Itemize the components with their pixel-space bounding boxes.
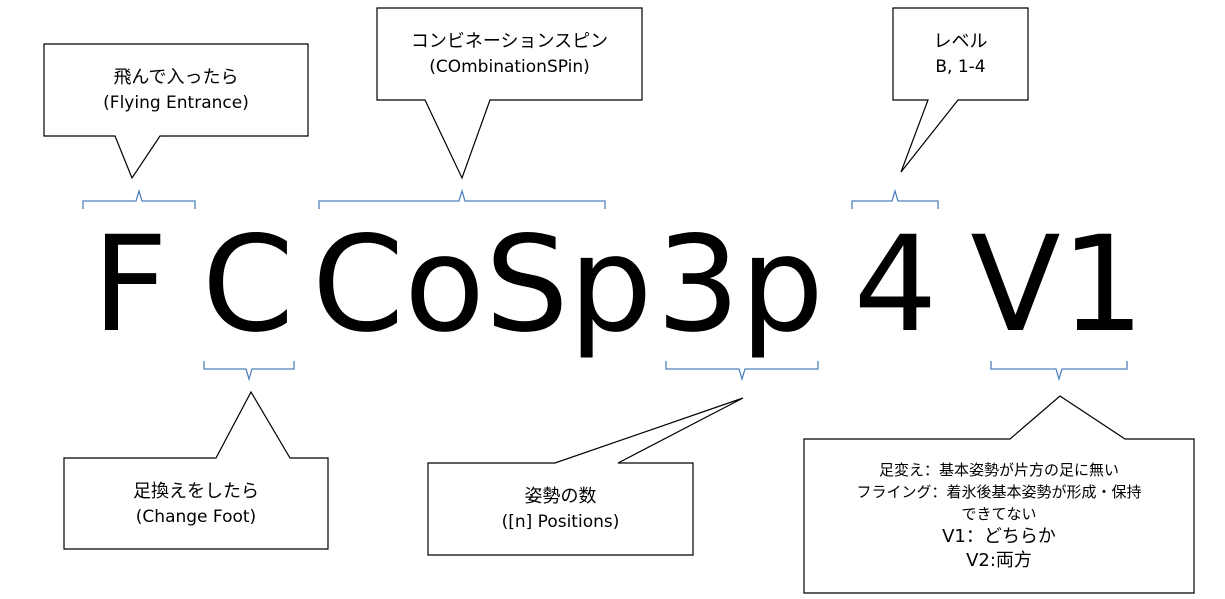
bracket-variation: [990, 361, 1128, 382]
callout-positions-title: 姿勢の数: [524, 486, 597, 507]
callout-flying: 飛んで入ったら (Flying Entrance): [44, 44, 308, 136]
bracket-positions: [665, 361, 819, 382]
callout-positions: 姿勢の数 ([n] Positions): [428, 463, 693, 555]
code-change-foot-letter: C: [201, 208, 295, 362]
callout-flying-subtitle: (Flying Entrance): [103, 93, 249, 113]
callout-change-foot-subtitle: (Change Foot): [135, 506, 257, 527]
code-level: 4: [853, 208, 938, 362]
bracket-change-foot: [203, 361, 295, 382]
code-flying-letter: F: [92, 208, 168, 362]
callout-variation-line-2: フライング：着氷後基本姿勢が形成・保持: [856, 483, 1142, 501]
callout-level-subtitle: B, 1-4: [935, 57, 986, 77]
callout-variation-line-4: V1：どちらか: [942, 526, 1056, 547]
callout-combination-title: コンビネーションスピン: [410, 31, 609, 52]
bracket-level: [851, 188, 939, 209]
code-positions: 3p: [656, 208, 824, 362]
callout-variation-line-3: できてない: [961, 505, 1037, 523]
callout-level-title: レベル: [933, 31, 988, 52]
callout-change-foot: 足換えをしたら (Change Foot): [64, 458, 328, 549]
callout-combination-subtitle: (COmbinationSPin): [429, 57, 590, 77]
callout-variation-line-5: V2:両方: [966, 550, 1032, 571]
callout-variation-line-1: 足変え：基本姿勢が片方の足に無い: [878, 461, 1119, 479]
code-variation: V1: [970, 208, 1145, 362]
callout-positions-subtitle: ([n] Positions): [501, 512, 620, 532]
callout-combination: コンビネーションスピン (COmbinationSPin): [377, 8, 642, 100]
bracket-combination: [318, 188, 606, 209]
callout-level: レベル B, 1-4: [893, 8, 1028, 100]
bracket-flying: [82, 188, 196, 209]
callout-variation: 足変え：基本姿勢が片方の足に無い フライング：着氷後基本姿勢が形成・保持 できて…: [804, 439, 1194, 593]
code-spin-type: CoSp: [312, 208, 653, 362]
callout-flying-title: 飛んで入ったら: [113, 67, 239, 88]
callout-change-foot-title: 足換えをしたら: [133, 480, 259, 502]
